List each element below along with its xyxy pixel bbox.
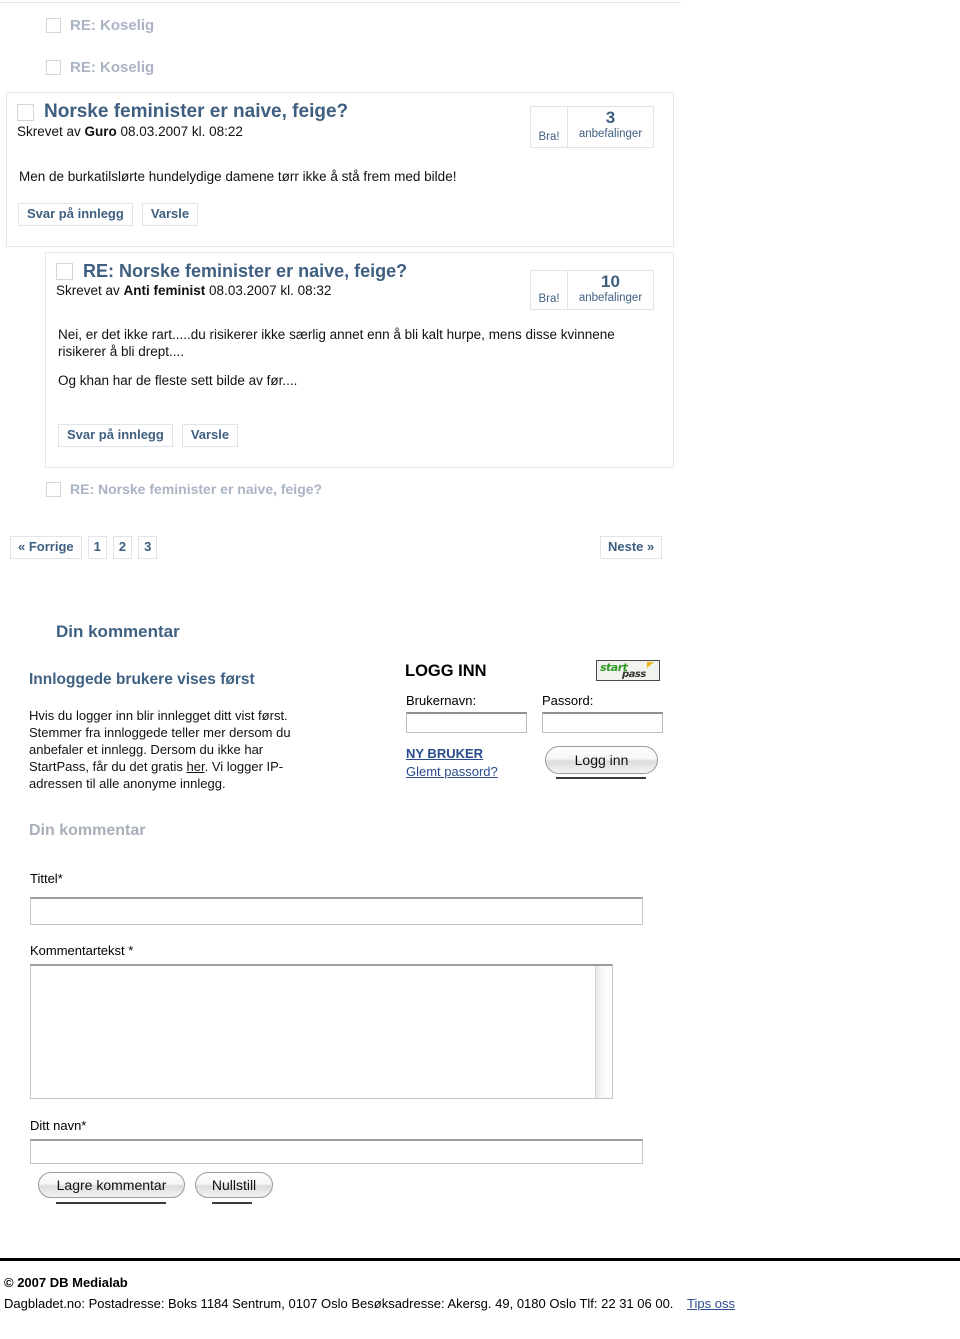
forum-page: RE: Koselig RE: Koselig Norske feministe… xyxy=(0,0,960,1339)
thread-link-koselig-2[interactable]: RE: Koselig xyxy=(46,59,154,76)
post-body-1: Men de burkatilslørte hundelydige damene… xyxy=(7,168,673,185)
thread-link-label: RE: Norske feminister er naive, feige? xyxy=(70,481,323,497)
title-input[interactable] xyxy=(30,897,643,925)
reset-button-underline xyxy=(212,1202,252,1204)
login-button-underline xyxy=(556,777,646,779)
thread-link-label: RE: Koselig xyxy=(70,17,155,34)
reset-button[interactable]: Nullstill xyxy=(195,1172,273,1198)
post-title-label: RE: Norske feminister er naive, feige? xyxy=(83,261,408,281)
checkbox-icon[interactable] xyxy=(17,103,34,121)
pagination-page-1[interactable]: 1 xyxy=(87,536,107,559)
bra-button-2[interactable]: Bra! xyxy=(530,270,568,310)
login-title: LOGG INN xyxy=(405,662,487,680)
notify-button-2[interactable]: Varsle xyxy=(181,424,239,447)
forgot-password-link[interactable]: Glemt passord? xyxy=(406,764,498,779)
title-field-label: Tittel* xyxy=(30,871,63,886)
form-heading: Din kommentar xyxy=(29,822,146,839)
post-paragraph: Nei, er det ikke rart.....du risikerer i… xyxy=(58,327,615,359)
pagination: « Forrige 1 2 3 xyxy=(10,536,158,559)
footer-divider xyxy=(0,1258,960,1261)
thread-link-re-norske[interactable]: RE: Norske feminister er naive, feige? xyxy=(46,481,322,497)
recommend-count-box-1: 3 anbefalinger xyxy=(568,106,654,148)
password-input[interactable] xyxy=(542,712,663,733)
pagination-page-3[interactable]: 3 xyxy=(138,536,158,559)
checkbox-icon[interactable] xyxy=(46,481,61,497)
post-title-label: Norske feminister er naive, feige? xyxy=(44,101,349,122)
recommend-count-2: 10 xyxy=(601,272,620,291)
post-paragraph: Og khan har de fleste sett bilde av før.… xyxy=(58,373,298,388)
post-meta-suffix: 08.03.2007 kl. 08:32 xyxy=(205,283,332,298)
recommend-widget-1: Bra! 3 anbefalinger xyxy=(530,106,654,148)
reply-button-2[interactable]: Svar på innlegg xyxy=(58,424,173,447)
post-actions-2: Svar på innlegg Varsle xyxy=(58,424,239,447)
save-comment-button[interactable]: Lagre kommentar xyxy=(38,1172,185,1198)
footer-address: Dagbladet.no: Postadresse: Boks 1184 Sen… xyxy=(4,1296,954,1311)
username-label: Brukernavn: xyxy=(406,693,477,708)
login-submit-button[interactable]: Logg inn xyxy=(545,746,658,774)
post-actions-1: Svar på innlegg Varsle xyxy=(18,203,199,226)
footer-address-text: Dagbladet.no: Postadresse: Boks 1184 Sen… xyxy=(4,1296,674,1311)
name-field-label: Ditt navn* xyxy=(30,1118,87,1133)
post-author: Guro xyxy=(84,124,117,139)
recommend-label-1: anbefalinger xyxy=(578,128,643,140)
comment-section-heading: Din kommentar xyxy=(56,622,180,641)
username-input[interactable] xyxy=(406,712,527,733)
post-meta-prefix: Skrevet av xyxy=(17,124,85,139)
post-body-2: Nei, er det ikke rart.....du risikerer i… xyxy=(46,326,673,389)
thread-link-koselig-1[interactable]: RE: Koselig xyxy=(46,17,154,34)
comment-textarea-scrollbar[interactable] xyxy=(595,966,612,1098)
password-label: Passord: xyxy=(542,693,594,708)
post-meta-prefix: Skrevet av xyxy=(56,283,124,298)
save-button-underline xyxy=(56,1202,166,1204)
post-paragraph: Men de burkatilslørte hundelydige damene… xyxy=(19,169,457,184)
footer-copyright: © 2007 DB Medialab xyxy=(4,1275,128,1290)
startpass-logo-bottom: pass xyxy=(622,669,646,680)
top-divider xyxy=(0,2,681,3)
post-meta-suffix: 08.03.2007 kl. 08:22 xyxy=(116,124,243,139)
comment-field-label: Kommentartekst * xyxy=(30,943,134,958)
notify-button-1[interactable]: Varsle xyxy=(141,203,199,226)
recommend-count-box-2: 10 anbefalinger xyxy=(568,270,654,310)
recommend-label-2: anbefalinger xyxy=(578,292,643,304)
reply-button-1[interactable]: Svar på innlegg xyxy=(18,203,133,226)
logged-in-heading: Innloggede brukere vises først xyxy=(29,671,255,688)
checkbox-icon[interactable] xyxy=(56,263,73,280)
startpass-flag-icon xyxy=(647,662,654,668)
post-author: Anti feminist xyxy=(123,283,206,298)
recommend-count-1: 3 xyxy=(605,108,616,127)
pagination-prev-button[interactable]: « Forrige xyxy=(10,536,82,559)
bra-button-1[interactable]: Bra! xyxy=(530,106,568,148)
recommend-widget-2: Bra! 10 anbefalinger xyxy=(530,270,654,310)
thread-link-label: RE: Koselig xyxy=(70,59,155,76)
pagination-next-button[interactable]: Neste » xyxy=(600,536,663,559)
new-user-link[interactable]: NY BRUKER xyxy=(406,746,483,761)
name-input[interactable] xyxy=(30,1139,643,1164)
startpass-logo: start pass xyxy=(596,660,660,681)
login-info-text: Hvis du logger inn blir innlegget ditt v… xyxy=(29,707,291,792)
checkbox-icon[interactable] xyxy=(46,60,61,75)
pagination-page-2[interactable]: 2 xyxy=(112,536,133,559)
checkbox-icon[interactable] xyxy=(46,18,61,33)
tips-oss-link[interactable]: Tips oss xyxy=(687,1296,735,1311)
comment-textarea-wrapper[interactable] xyxy=(30,964,613,1099)
startpass-link[interactable]: her xyxy=(187,759,205,774)
